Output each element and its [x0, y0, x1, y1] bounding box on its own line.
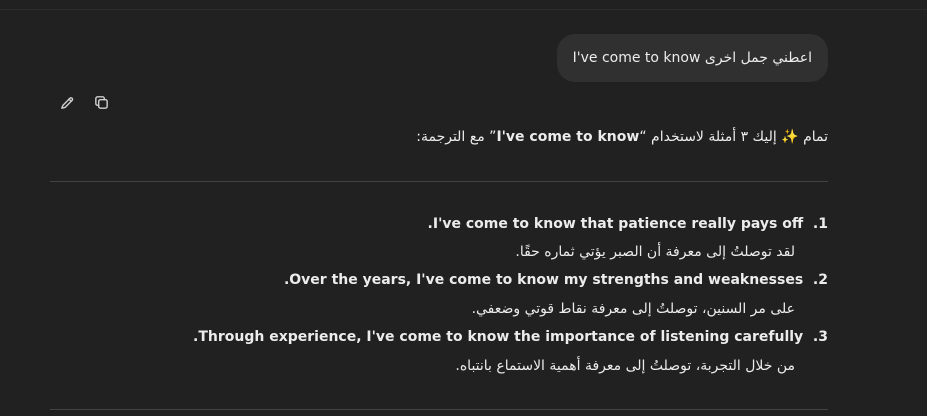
pencil-icon: [60, 96, 73, 109]
intro-phrase: I've come to know: [496, 129, 640, 145]
top-divider: [0, 9, 927, 10]
example-3-english-line: 3. Through experience, I've come to know…: [193, 329, 828, 345]
example-2-english-line: 2. Over the years, I've come to know my …: [284, 272, 828, 288]
example-1-number: 1.: [812, 216, 828, 232]
edit-message-button[interactable]: [57, 92, 77, 112]
user-message-bubble: اعطني جمل اخرى I've come to know: [556, 34, 828, 82]
copy-message-button[interactable]: [91, 92, 111, 112]
example-2-arabic: على مر السنين، توصلتُ إلى معرفة نقاط قوت…: [471, 301, 795, 317]
copy-icon: [94, 95, 108, 109]
example-2-number: 2.: [812, 272, 828, 288]
intro-before-text: تمام ✨ إليك ٣ أمثلة لاستخدام “: [639, 129, 828, 145]
example-2-english: Over the years, I've come to know my str…: [283, 272, 804, 288]
bottom-divider: [50, 409, 828, 410]
intro-after-text: ” مع الترجمة:: [416, 129, 497, 145]
reply-intro: تمام ✨ إليك ٣ أمثلة لاستخدام “I've come …: [416, 129, 828, 145]
example-1-arabic: لقد توصلتُ إلى معرفة أن الصبر يؤتي ثماره…: [515, 244, 795, 260]
example-1-english-line: 1. I've come to know that patience reall…: [428, 216, 828, 232]
section-divider: [50, 181, 828, 182]
example-1-english: I've come to know that patience really p…: [427, 216, 804, 232]
example-3-arabic: من خلال التجربة، توصلتُ إلى معرفة أهمية …: [455, 358, 795, 374]
user-message-text: اعطني جمل اخرى I've come to know: [572, 50, 812, 66]
example-3-number: 3.: [812, 329, 828, 345]
message-actions: [57, 92, 111, 112]
example-3-english: Through experience, I've come to know th…: [193, 329, 804, 345]
